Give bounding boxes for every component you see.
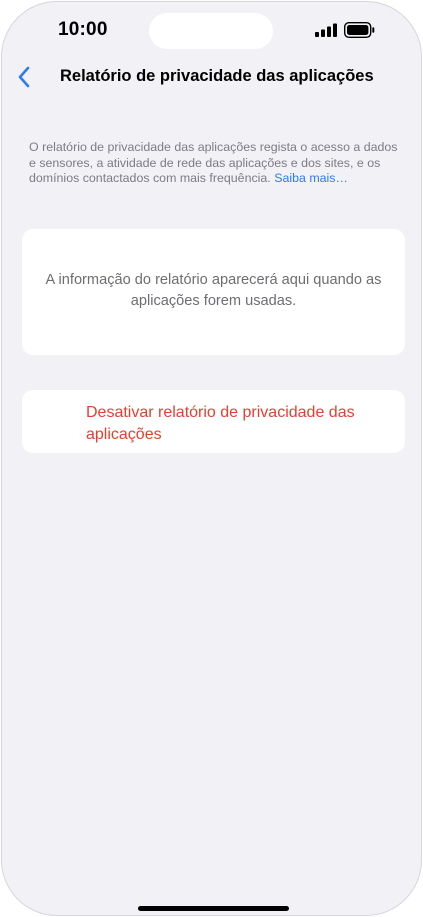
battery-icon (344, 22, 375, 38)
status-bar: 10:00 (2, 2, 421, 58)
privacy-report-description: O relatório de privacidade das aplicaçõe… (29, 140, 401, 187)
phone-screen: 10:00 Relatório de privacidade das aplic… (1, 1, 422, 916)
dynamic-island (149, 13, 273, 49)
report-empty-message: A informação do relatório aparecerá aqui… (45, 272, 382, 309)
report-info-card: A informação do relatório aparecerá aqui… (22, 229, 405, 355)
chevron-left-icon (18, 66, 30, 88)
status-time: 10:00 (58, 19, 108, 40)
navigation-bar: Relatório de privacidade das aplicações (2, 58, 421, 98)
home-indicator[interactable] (138, 906, 289, 911)
disable-privacy-report-label: Desativar relatório de privacidade das a… (86, 404, 355, 443)
page-title: Relatório de privacidade das aplicações (60, 67, 374, 85)
disable-privacy-report-button[interactable]: Desativar relatório de privacidade das a… (22, 390, 405, 453)
cellular-signal-icon (315, 23, 337, 37)
learn-more-link[interactable]: Saiba mais… (274, 171, 348, 185)
back-button[interactable] (8, 60, 40, 94)
